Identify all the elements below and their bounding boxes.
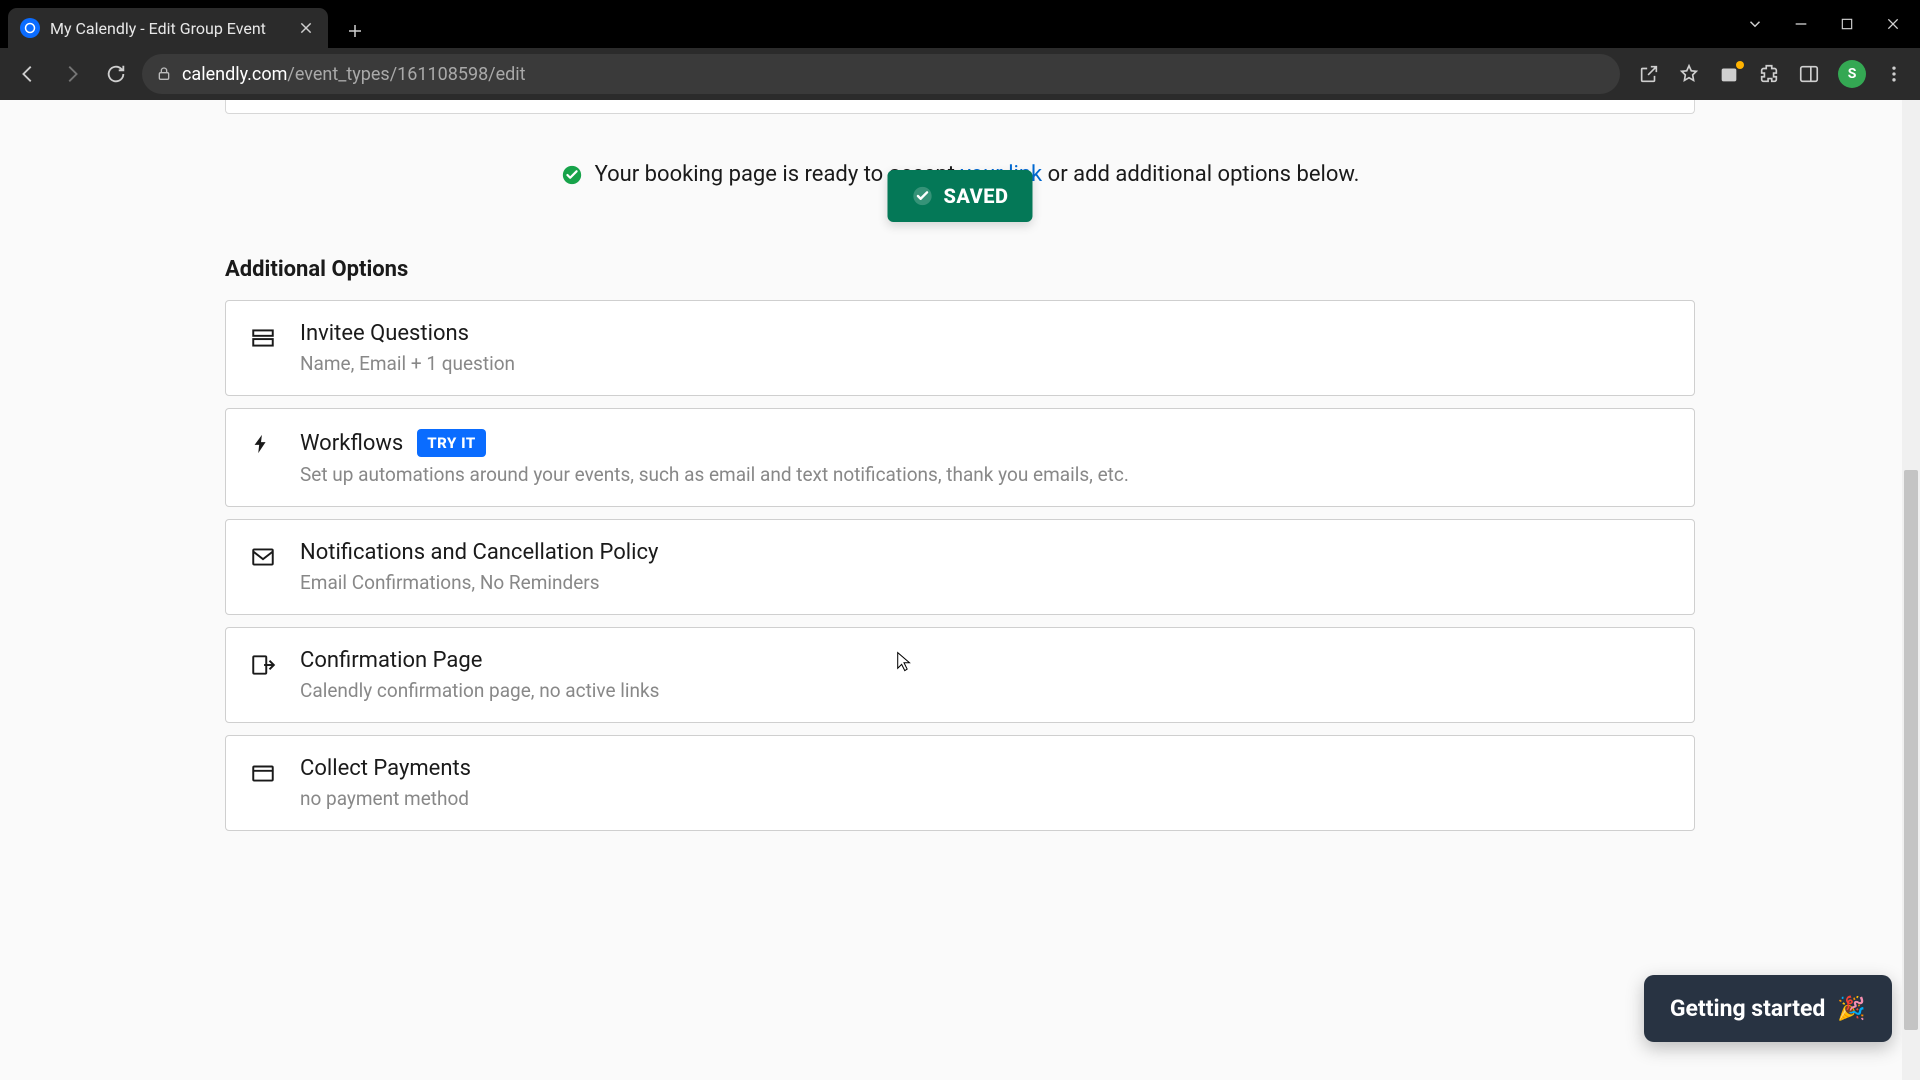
option-subtitle: no payment method <box>300 787 1670 810</box>
credit-card-icon <box>250 760 276 810</box>
previous-card-bottom <box>225 100 1695 114</box>
option-collect-payments[interactable]: Collect Payments no payment method <box>225 735 1695 831</box>
forward-button[interactable] <box>54 56 90 92</box>
new-tab-button[interactable] <box>338 14 372 48</box>
mail-icon <box>250 544 276 594</box>
saved-toast: SAVED <box>887 170 1032 222</box>
option-title: Confirmation Page <box>300 648 482 673</box>
window-close-icon[interactable] <box>1884 15 1902 33</box>
option-title: Collect Payments <box>300 756 471 781</box>
option-subtitle: Set up automations around your events, s… <box>300 463 1670 486</box>
bookmark-icon[interactable] <box>1678 63 1700 85</box>
option-workflows[interactable]: Workflows TRY IT Set up automations arou… <box>225 408 1695 507</box>
getting-started-button[interactable]: Getting started 🎉 <box>1644 975 1892 1042</box>
sidepanel-icon[interactable] <box>1798 63 1820 85</box>
scrollbar-thumb[interactable] <box>1904 470 1918 1030</box>
lock-icon <box>156 66 172 82</box>
back-button[interactable] <box>10 56 46 92</box>
check-circle-icon <box>561 164 583 186</box>
tab-close-icon[interactable] <box>298 20 314 36</box>
option-title: Notifications and Cancellation Policy <box>300 540 658 565</box>
section-title: Additional Options <box>225 257 1695 282</box>
toolbar-right: S <box>1628 60 1910 88</box>
extensions-badge-icon[interactable] <box>1718 63 1740 85</box>
browser-titlebar: My Calendly - Edit Group Event <box>0 0 1920 48</box>
bolt-icon <box>250 433 276 486</box>
tab-title: My Calendly - Edit Group Event <box>50 19 288 38</box>
extensions-icon[interactable] <box>1758 63 1780 85</box>
reload-button[interactable] <box>98 56 134 92</box>
help-label: Getting started <box>1670 995 1826 1022</box>
kebab-menu-icon[interactable] <box>1884 64 1904 84</box>
tab-search-icon[interactable] <box>1746 15 1764 33</box>
profile-avatar[interactable]: S <box>1838 60 1866 88</box>
option-title: Invitee Questions <box>300 321 469 346</box>
window-maximize-icon[interactable] <box>1838 15 1856 33</box>
option-subtitle: Email Confirmations, No Reminders <box>300 571 1670 594</box>
option-subtitle: Calendly confirmation page, no active li… <box>300 679 1670 702</box>
stack-icon <box>250 325 276 375</box>
browser-tab[interactable]: My Calendly - Edit Group Event <box>8 8 328 48</box>
exit-icon <box>250 652 276 702</box>
browser-toolbar: calendly.com/event_types/161108598/edit … <box>0 48 1920 100</box>
share-icon[interactable] <box>1638 63 1660 85</box>
option-title: Workflows <box>300 431 403 456</box>
vertical-scrollbar[interactable] <box>1902 100 1920 1080</box>
tab-favicon <box>20 18 40 38</box>
window-minimize-icon[interactable] <box>1792 15 1810 33</box>
party-popper-icon: 🎉 <box>1837 995 1866 1022</box>
ready-suffix: or add additional options below. <box>1042 162 1359 187</box>
option-confirmation-page[interactable]: Confirmation Page Calendly confirmation … <box>225 627 1695 723</box>
try-it-badge[interactable]: TRY IT <box>417 429 485 457</box>
option-notifications[interactable]: Notifications and Cancellation Policy Em… <box>225 519 1695 615</box>
page-viewport: Your booking page is ready to accept you… <box>0 100 1920 1080</box>
toast-label: SAVED <box>943 184 1008 208</box>
window-controls <box>1746 0 1920 48</box>
option-invitee-questions[interactable]: Invitee Questions Name, Email + 1 questi… <box>225 300 1695 396</box>
url-text: calendly.com/event_types/161108598/edit <box>182 64 526 85</box>
address-bar[interactable]: calendly.com/event_types/161108598/edit <box>142 54 1620 94</box>
option-subtitle: Name, Email + 1 question <box>300 352 1670 375</box>
